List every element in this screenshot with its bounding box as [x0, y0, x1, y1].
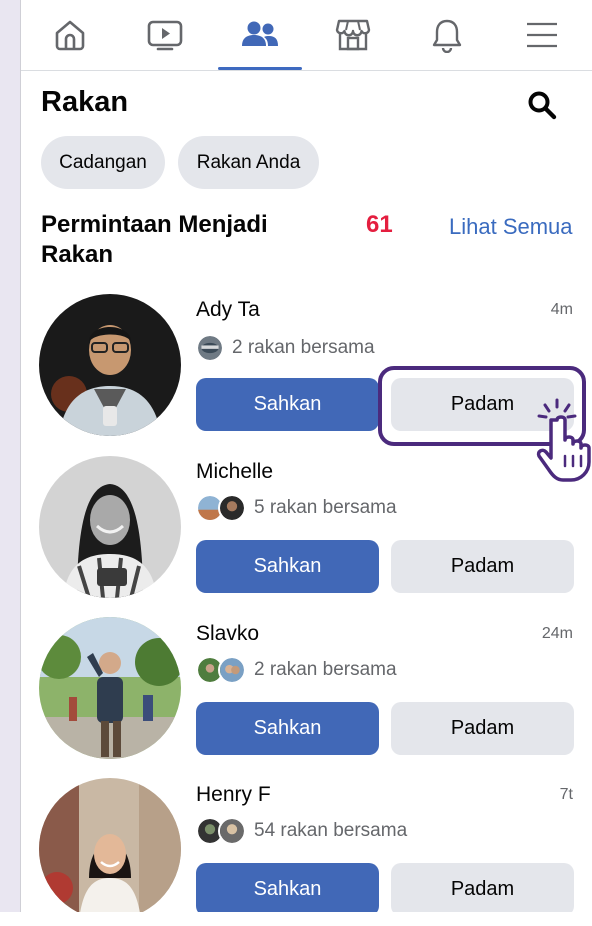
- confirm-button[interactable]: Sahkan: [196, 378, 379, 431]
- avatar[interactable]: [39, 778, 181, 912]
- bell-icon: [430, 17, 464, 53]
- video-icon: [146, 17, 184, 53]
- bottom-strip: [0, 912, 592, 926]
- mutual-friends[interactable]: 54 rakan bersama: [196, 817, 407, 845]
- tab-home[interactable]: [24, 0, 116, 70]
- top-nav: [21, 0, 592, 71]
- see-all-link[interactable]: Lihat Semua: [449, 212, 573, 242]
- mutual-friend-avatar: [218, 494, 246, 522]
- confirm-button[interactable]: Sahkan: [196, 540, 379, 593]
- mutual-friends-text: 54 rakan bersama: [254, 820, 408, 841]
- tab-friends[interactable]: [214, 0, 306, 70]
- avatar[interactable]: [39, 617, 181, 759]
- menu-icon: [525, 21, 559, 49]
- tab-video[interactable]: [119, 0, 211, 70]
- friend-request-item: Ady Ta 4m 2 rakan bersama Sahkan Padam: [21, 290, 592, 450]
- request-time: 7t: [559, 786, 573, 803]
- mutual-friends[interactable]: 2 rakan bersama: [196, 656, 397, 684]
- friend-request-item: Slavko 24m 2 rakan bersama Sahkan Padam: [21, 614, 592, 774]
- tab-menu[interactable]: [496, 0, 588, 70]
- mutual-friends[interactable]: 5 rakan bersama: [196, 494, 397, 522]
- page-title: Rakan: [41, 86, 129, 118]
- mutual-friends[interactable]: 2 rakan bersama: [196, 334, 375, 362]
- tab-marketplace[interactable]: [307, 0, 399, 70]
- request-time: 24m: [541, 625, 573, 642]
- active-tab-indicator: [218, 67, 302, 70]
- search-button[interactable]: [522, 87, 562, 123]
- home-icon: [52, 17, 88, 53]
- mutual-friends-text: 5 rakan bersama: [254, 497, 397, 518]
- phone-screen: Rakan Cadangan Rakan Anda Permintaan Men…: [20, 0, 592, 912]
- confirm-button[interactable]: Sahkan: [196, 863, 379, 912]
- requester-name[interactable]: Slavko: [196, 622, 259, 646]
- tab-notifications[interactable]: [401, 0, 493, 70]
- mutual-friend-avatar: [196, 334, 224, 362]
- request-time: 4m: [550, 301, 573, 318]
- search-icon: [527, 90, 557, 120]
- delete-button[interactable]: Padam: [391, 702, 574, 755]
- section-title: Permintaan Menjadi Rakan: [41, 211, 268, 268]
- delete-button[interactable]: Padam: [391, 540, 574, 593]
- requester-name[interactable]: Henry F: [196, 783, 271, 807]
- mutual-friend-avatar: [218, 817, 246, 845]
- tap-hand-icon: [509, 396, 592, 482]
- chip-your-friends[interactable]: Rakan Anda: [178, 136, 319, 189]
- chip-suggestions[interactable]: Cadangan: [41, 136, 165, 189]
- mutual-friends-text: 2 rakan bersama: [232, 337, 375, 358]
- requester-name[interactable]: Michelle: [196, 460, 273, 484]
- request-count: 61: [366, 211, 393, 238]
- delete-button[interactable]: Padam: [391, 863, 574, 912]
- requester-name[interactable]: Ady Ta: [196, 298, 260, 322]
- mutual-friend-avatar: [218, 656, 246, 684]
- confirm-button[interactable]: Sahkan: [196, 702, 379, 755]
- friend-request-item: Henry F 7t 54 rakan bersama Sahkan Padam: [21, 775, 592, 912]
- avatar[interactable]: [39, 456, 181, 598]
- friend-request-item: Michelle 5 rakan bersama Sahkan Padam: [21, 452, 592, 612]
- avatar[interactable]: [39, 294, 181, 436]
- mutual-friends-text: 2 rakan bersama: [254, 659, 397, 680]
- marketplace-icon: [334, 17, 372, 53]
- friends-icon: [240, 19, 280, 51]
